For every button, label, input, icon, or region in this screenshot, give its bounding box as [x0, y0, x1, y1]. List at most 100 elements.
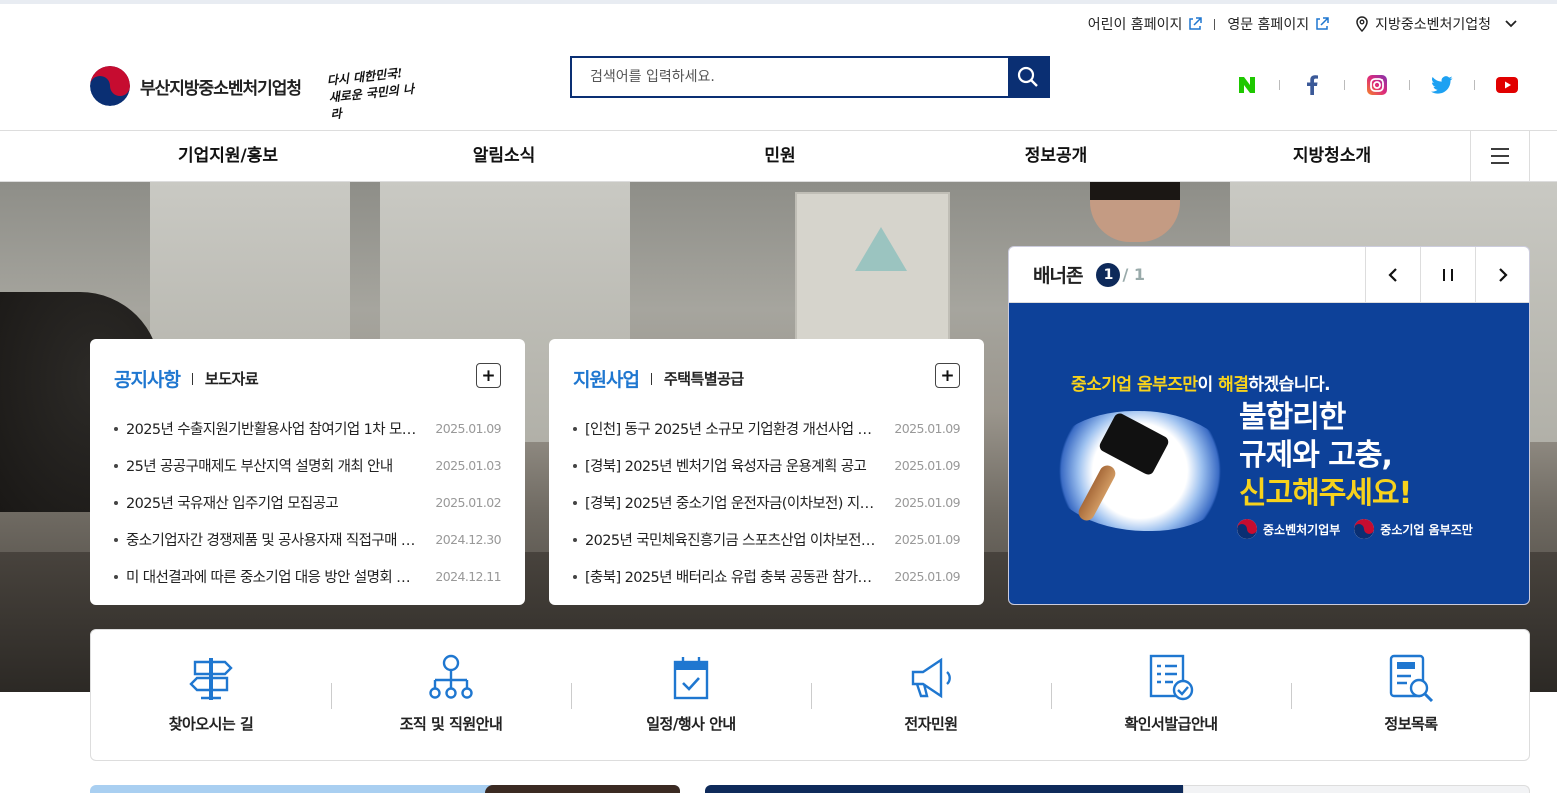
- banner-next-button[interactable]: [1475, 247, 1529, 303]
- bullet: [573, 574, 577, 579]
- banner-big-line: 규제와 고충,: [1239, 438, 1393, 473]
- eng-home-link[interactable]: 영문 홈페이지: [1227, 14, 1329, 34]
- quick-link-label: 전자민원: [904, 715, 958, 733]
- support-card: 지원사업 주택특별공급 + [인천] 동구 2025년 소규모 기업환경 개선사…: [549, 339, 984, 605]
- quick-link-e-civil[interactable]: 전자민원: [811, 630, 1051, 760]
- top-strip: [0, 0, 1557, 4]
- tab-press[interactable]: 보도자료: [205, 368, 259, 389]
- gnb-item-civil[interactable]: 민원: [764, 131, 795, 181]
- bullet: [114, 574, 118, 579]
- utility-bar: 어린이 홈페이지 영문 홈페이지 지방중소벤처기업청: [1088, 14, 1517, 34]
- gnb-item-disclosure[interactable]: 정보공개: [1025, 131, 1088, 181]
- youtube-link[interactable]: [1496, 74, 1518, 96]
- support-link[interactable]: [충북] 2025년 배터리쇼 유럽 충북 공동관 참가기업 모집: [585, 566, 894, 587]
- ombudsman-banner[interactable]: 중소기업 옴부즈만이 해결하겠습니다. 불합리한 규제와 고충, 신고해주세요!…: [1009, 303, 1529, 604]
- chevron-right-icon: [1499, 268, 1508, 282]
- list-item: 중소기업자간 경쟁제품 및 공사용자재 직접구매 안내 2024.12.30: [114, 521, 502, 558]
- quick-link-label: 정보목록: [1384, 715, 1438, 733]
- banner-ombudsman: 중소기업 옴부즈만: [1380, 522, 1473, 537]
- quick-link-schedule[interactable]: 일정/행사 안내: [571, 630, 811, 760]
- quick-link-label: 조직 및 직원안내: [399, 715, 503, 733]
- tab-notice[interactable]: 공지사항: [114, 365, 181, 392]
- notice-link[interactable]: 중소기업자간 경쟁제품 및 공사용자재 직접구매 안내: [126, 529, 435, 550]
- banner-pause-button[interactable]: [1420, 247, 1475, 303]
- quick-link-directions[interactable]: 찾아오시는 길: [91, 630, 331, 760]
- tab-support[interactable]: 지원사업: [573, 365, 640, 392]
- support-link[interactable]: [경북] 2025년 중소기업 운전자금(이차보전) 지원 공고: [585, 492, 894, 513]
- banner-total: / 1: [1122, 265, 1145, 284]
- checklist-icon: [1149, 654, 1194, 701]
- gnb-item-news[interactable]: 알림소식: [473, 131, 536, 181]
- bullet: [114, 500, 118, 505]
- facebook-link[interactable]: [1301, 74, 1323, 96]
- site-logo[interactable]: 부산지방중소벤처기업청: [90, 66, 302, 106]
- search-button[interactable]: [1008, 58, 1048, 96]
- twitter-link[interactable]: [1431, 74, 1453, 96]
- notice-link[interactable]: 25년 공공구매제도 부산지역 설명회 개최 안내: [126, 455, 435, 476]
- banner-big-line: 신고해주세요!: [1239, 476, 1412, 511]
- bottom-banner-left[interactable]: [90, 785, 680, 793]
- instagram-link[interactable]: [1366, 74, 1388, 96]
- facebook-icon: [1307, 75, 1318, 95]
- gnb-item-about[interactable]: 지방청소개: [1293, 131, 1371, 181]
- list-item: [경북] 2025년 중소기업 운전자금(이차보전) 지원 공고 2025.01.…: [573, 484, 961, 521]
- hamburger-menu-icon: [1491, 148, 1509, 164]
- quick-links: 찾아오시는 길 조직 및 직원안내 일정/행사 안내 전자민원 확인서발급안내 …: [90, 629, 1530, 761]
- gnb-item-support[interactable]: 기업지원/홍보: [178, 131, 278, 181]
- search-bar: [570, 56, 1050, 98]
- support-list: [인천] 동구 2025년 소규모 기업환경 개선사업 공고 2025.01.09…: [573, 410, 961, 595]
- divider: [1344, 80, 1345, 90]
- banner-headline-part: 해결: [1218, 375, 1249, 395]
- banner-headline-part: 중소기업 옴부즈만: [1071, 375, 1198, 395]
- region-select[interactable]: 지방중소벤처기업청: [1355, 14, 1517, 34]
- location-pin-icon: [1356, 16, 1368, 32]
- quick-link-label: 확인서발급안내: [1124, 715, 1218, 733]
- banner-title: 배너존: [1033, 265, 1083, 287]
- notice-date: 2025.01.02: [435, 495, 501, 510]
- kids-home-link[interactable]: 어린이 홈페이지: [1088, 14, 1203, 34]
- support-date: 2025.01.09: [894, 458, 960, 473]
- notice-date: 2025.01.09: [435, 421, 501, 436]
- divider: [1474, 80, 1475, 90]
- notice-link[interactable]: 2025년 수출지원기반활용사업 참여기업 1차 모집 공고: [126, 418, 435, 439]
- support-date: 2025.01.09: [894, 532, 960, 547]
- support-link[interactable]: [경북] 2025년 벤처기업 육성자금 운용계획 공고: [585, 455, 894, 476]
- notice-more-button[interactable]: +: [476, 363, 501, 388]
- chevron-left-icon: [1388, 268, 1397, 282]
- banner-prev-button[interactable]: [1365, 247, 1420, 303]
- notice-link[interactable]: 미 대선결과에 따른 중소기업 대응 방안 설명회 개최: [126, 566, 435, 587]
- support-date: 2025.01.09: [894, 421, 960, 436]
- external-link-icon: [1316, 17, 1329, 30]
- search-input[interactable]: [572, 58, 1008, 96]
- youtube-icon: [1496, 77, 1518, 93]
- support-link[interactable]: [인천] 동구 2025년 소규모 기업환경 개선사업 공고: [585, 418, 894, 439]
- banner-big-line: 불합리한: [1239, 400, 1346, 435]
- all-menu-button[interactable]: [1470, 131, 1530, 181]
- quick-link-organization[interactable]: 조직 및 직원안내: [331, 630, 571, 760]
- naver-icon: [1239, 77, 1255, 93]
- plus-icon: +: [940, 365, 955, 386]
- bullet: [573, 463, 577, 468]
- plus-icon: +: [481, 365, 496, 386]
- bullet: [114, 463, 118, 468]
- list-item: 미 대선결과에 따른 중소기업 대응 방안 설명회 개최 2024.12.11: [114, 558, 502, 595]
- external-link-icon: [1189, 17, 1203, 30]
- taegeuk-emblem-icon: [1237, 519, 1257, 539]
- main-navigation: 기업지원/홍보 알림소식 민원 정보공개 지방청소개: [0, 130, 1557, 182]
- support-more-button[interactable]: +: [935, 363, 960, 388]
- taegeuk-emblem-icon: [1354, 519, 1375, 539]
- quick-link-info-list[interactable]: 정보목록: [1291, 630, 1531, 760]
- bottom-banner-right[interactable]: [1183, 785, 1530, 793]
- notice-link[interactable]: 2025년 국유재산 입주기업 모집공고: [126, 492, 435, 513]
- list-item: 2025년 국유재산 입주기업 모집공고 2025.01.02: [114, 484, 502, 521]
- tab-housing[interactable]: 주택특별공급: [664, 368, 744, 389]
- support-link[interactable]: 2025년 국민체육진흥기금 스포츠산업 이차보전 지원 공고: [585, 529, 894, 550]
- bottom-banner-middle[interactable]: [705, 785, 1183, 793]
- naver-blog-link[interactable]: [1236, 74, 1258, 96]
- hero-triangle-chart: [855, 227, 907, 271]
- region-label: 지방중소벤처기업청: [1375, 17, 1491, 33]
- hero-person-hair: [1090, 182, 1180, 200]
- quick-link-certificate[interactable]: 확인서발급안내: [1051, 630, 1291, 760]
- banner-footer: 중소벤처기업부 중소기업 옴부즈만: [1237, 519, 1473, 539]
- divider: [650, 372, 652, 385]
